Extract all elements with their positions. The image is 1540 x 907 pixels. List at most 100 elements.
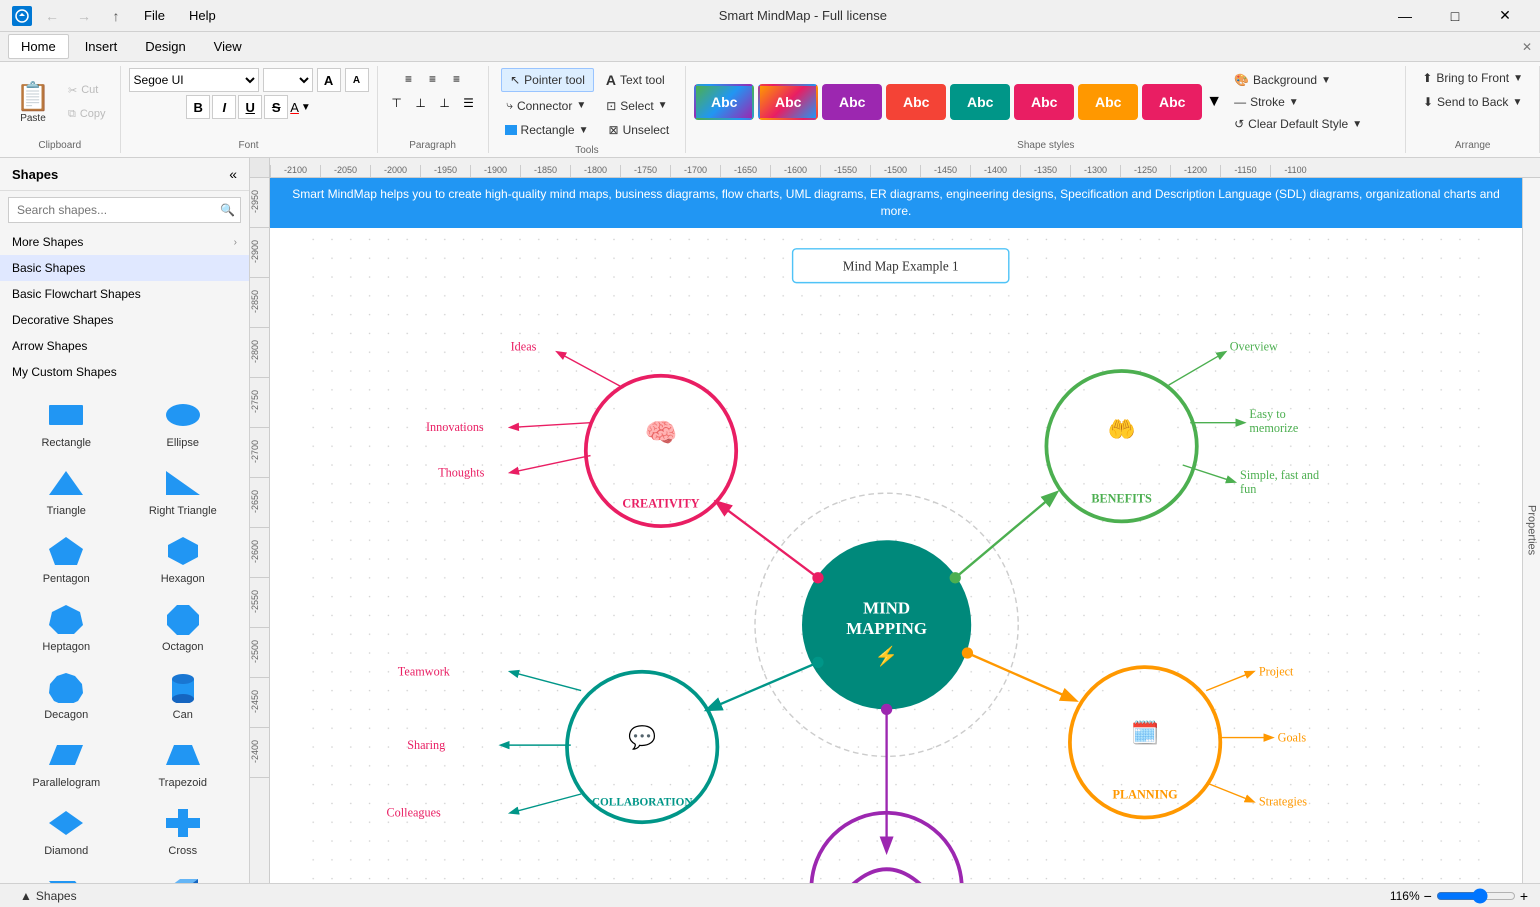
stroke-btn[interactable]: — Stroke ▼ xyxy=(1226,92,1370,112)
shape-triangle-icon xyxy=(46,465,86,501)
italic-btn[interactable]: I xyxy=(212,95,236,119)
sidebar-item-custom[interactable]: My Custom Shapes xyxy=(0,359,249,385)
align-bottom-btn[interactable]: ⊥ xyxy=(434,92,456,114)
shape-parallelogram[interactable]: Parallelogram xyxy=(12,733,121,793)
swatch-7[interactable]: Abc xyxy=(1078,84,1138,120)
shape-heptagon[interactable]: Heptagon xyxy=(12,597,121,657)
shape-right-triangle-label: Right Triangle xyxy=(149,505,217,517)
background-btn[interactable]: 🎨 Background ▼ xyxy=(1226,70,1370,90)
cut-btn[interactable]: ✂ Cut xyxy=(62,79,112,101)
rectangle-tool-btn[interactable]: Rectangle ▼ xyxy=(497,119,597,141)
tools-row3: Rectangle ▼ ⊠ Unselect xyxy=(497,119,678,141)
swatch-gradient[interactable]: Abc xyxy=(694,84,754,120)
text-tool-icon: A xyxy=(606,72,616,88)
clear-default-btn[interactable]: ↺ Clear Default Style ▼ xyxy=(1226,114,1370,134)
underline-btn[interactable]: U xyxy=(238,95,262,119)
select-tool-btn[interactable]: ⊡ Select ▼ xyxy=(598,94,675,117)
tools-content: ↖ Pointer tool A Text tool ⤷ Connector ▼… xyxy=(497,68,678,141)
strike-btn[interactable]: S xyxy=(264,95,288,119)
paste-label: Paste xyxy=(20,113,46,124)
font-grow-btn[interactable]: A xyxy=(317,68,341,92)
more-styles-btn[interactable]: ▼ xyxy=(1206,93,1222,111)
shape-can[interactable]: Can xyxy=(129,665,238,725)
nav-back-btn[interactable]: ← xyxy=(40,4,64,28)
menu-home[interactable]: Home xyxy=(8,34,69,59)
shape-trapezoid[interactable]: Trapezoid xyxy=(129,733,238,793)
properties-panel[interactable]: Properties xyxy=(1522,178,1540,883)
swatch-6[interactable]: Abc xyxy=(1014,84,1074,120)
unselect-icon: ⊠ xyxy=(609,123,619,137)
font-color-btn[interactable]: A ▼ xyxy=(290,100,311,115)
align-right-btn[interactable]: ≡ xyxy=(446,68,468,90)
nav-up-btn[interactable]: ↑ xyxy=(104,4,128,28)
maximize-btn[interactable]: □ xyxy=(1432,0,1478,32)
copy-btn[interactable]: ⧉ Copy xyxy=(62,103,112,125)
align-left-btn[interactable]: ≡ xyxy=(398,68,420,90)
bold-btn[interactable]: B xyxy=(186,95,210,119)
swatch-5[interactable]: Abc xyxy=(950,84,1010,120)
canvas-content[interactable]: Smart MindMap helps you to create high-q… xyxy=(270,178,1522,883)
align-center-btn[interactable]: ≡ xyxy=(422,68,444,90)
menu-view[interactable]: View xyxy=(202,35,254,58)
search-input[interactable] xyxy=(8,197,241,223)
list-btn[interactable]: ☰ xyxy=(458,92,480,114)
sidebar-item-more-shapes[interactable]: More Shapes › xyxy=(0,229,249,255)
bring-to-front-btn[interactable]: ⬆ Bring to Front ▼ xyxy=(1414,68,1531,88)
swatch-3[interactable]: Abc xyxy=(822,84,882,120)
ruler-tick-0: -2100 xyxy=(270,165,320,177)
send-to-back-btn[interactable]: ⬇ Send to Back ▼ xyxy=(1415,92,1530,112)
align-middle-btn[interactable]: ⊥ xyxy=(410,92,432,114)
menu-insert[interactable]: Insert xyxy=(73,35,130,58)
minimize-btn[interactable]: ― xyxy=(1382,0,1428,32)
swatch-8[interactable]: Abc xyxy=(1142,84,1202,120)
menu-design[interactable]: Design xyxy=(133,35,197,58)
swatch-2[interactable]: Abc xyxy=(758,84,818,120)
shape-ellipse[interactable]: Ellipse xyxy=(129,393,238,453)
shape-pentagon[interactable]: Pentagon xyxy=(12,529,121,589)
sidebar-item-flowchart[interactable]: Basic Flowchart Shapes xyxy=(0,281,249,307)
shape-can-icon xyxy=(163,669,203,705)
shape-decagon[interactable]: Decagon xyxy=(12,665,121,725)
vruler-tick-2: -2850 xyxy=(250,278,269,328)
shape-cross[interactable]: Cross xyxy=(129,801,238,861)
shape-octagon[interactable]: Octagon xyxy=(129,597,238,657)
unselect-tool-btn[interactable]: ⊠ Unselect xyxy=(601,119,678,141)
zoom-out-btn[interactable]: − xyxy=(1424,888,1432,904)
bring-front-dropdown: ▼ xyxy=(1513,73,1523,84)
shape-cube-icon xyxy=(163,873,203,883)
arrange-group: ⬆ Bring to Front ▼ ⬇ Send to Back ▼ Arra… xyxy=(1406,66,1540,153)
swatch-4[interactable]: Abc xyxy=(886,84,946,120)
font-size-select[interactable] xyxy=(263,68,313,92)
help-menu-btn[interactable]: Help xyxy=(181,6,224,25)
text-tool-btn[interactable]: A Text tool xyxy=(598,68,673,92)
clipboard-group: 📋 Paste ✂ Cut ⧉ Copy Clipboard xyxy=(0,66,121,153)
shape-chevron-icon xyxy=(46,873,86,883)
sidebar-item-basic-shapes[interactable]: Basic Shapes xyxy=(0,255,249,281)
shape-styles-group: Abc Abc Abc Abc Abc Abc Abc Abc ▼ 🎨 Back… xyxy=(686,66,1406,153)
shape-diamond[interactable]: Diamond xyxy=(12,801,121,861)
file-menu-btn[interactable]: File xyxy=(136,6,173,25)
pointer-tool-btn[interactable]: ↖ Pointer tool xyxy=(501,68,594,92)
sidebar-collapse-btn[interactable]: « xyxy=(229,166,237,182)
zoom-slider[interactable] xyxy=(1436,888,1516,904)
shape-triangle[interactable]: Triangle xyxy=(12,461,121,521)
align-top-btn[interactable]: ⊤ xyxy=(386,92,408,114)
sidebar-item-decorative[interactable]: Decorative Shapes xyxy=(0,307,249,333)
shape-right-triangle[interactable]: Right Triangle xyxy=(129,461,238,521)
ribbon: 📋 Paste ✂ Cut ⧉ Copy Clipboard Segoe UI xyxy=(0,62,1540,158)
font-name-select[interactable]: Segoe UI xyxy=(129,68,259,92)
shape-hexagon[interactable]: Hexagon xyxy=(129,529,238,589)
sidebar-item-arrow[interactable]: Arrow Shapes xyxy=(0,333,249,359)
shape-chevron[interactable]: Chevron xyxy=(12,869,121,883)
zoom-in-btn[interactable]: + xyxy=(1520,888,1528,904)
shape-pentagon-label: Pentagon xyxy=(43,573,90,585)
shape-rectangle[interactable]: Rectangle xyxy=(12,393,121,453)
select-icon: ⊡ xyxy=(606,99,616,113)
nav-forward-btn[interactable]: → xyxy=(72,4,96,28)
paste-btn[interactable]: 📋 Paste xyxy=(8,72,58,132)
menu-bar: Home Insert Design View ✕ xyxy=(0,32,1540,62)
font-shrink-btn[interactable]: A xyxy=(345,68,369,92)
close-btn[interactable]: ✕ xyxy=(1482,0,1528,32)
connector-tool-btn[interactable]: ⤷ Connector ▼ xyxy=(498,94,594,117)
shape-cube[interactable]: Cube xyxy=(129,869,238,883)
